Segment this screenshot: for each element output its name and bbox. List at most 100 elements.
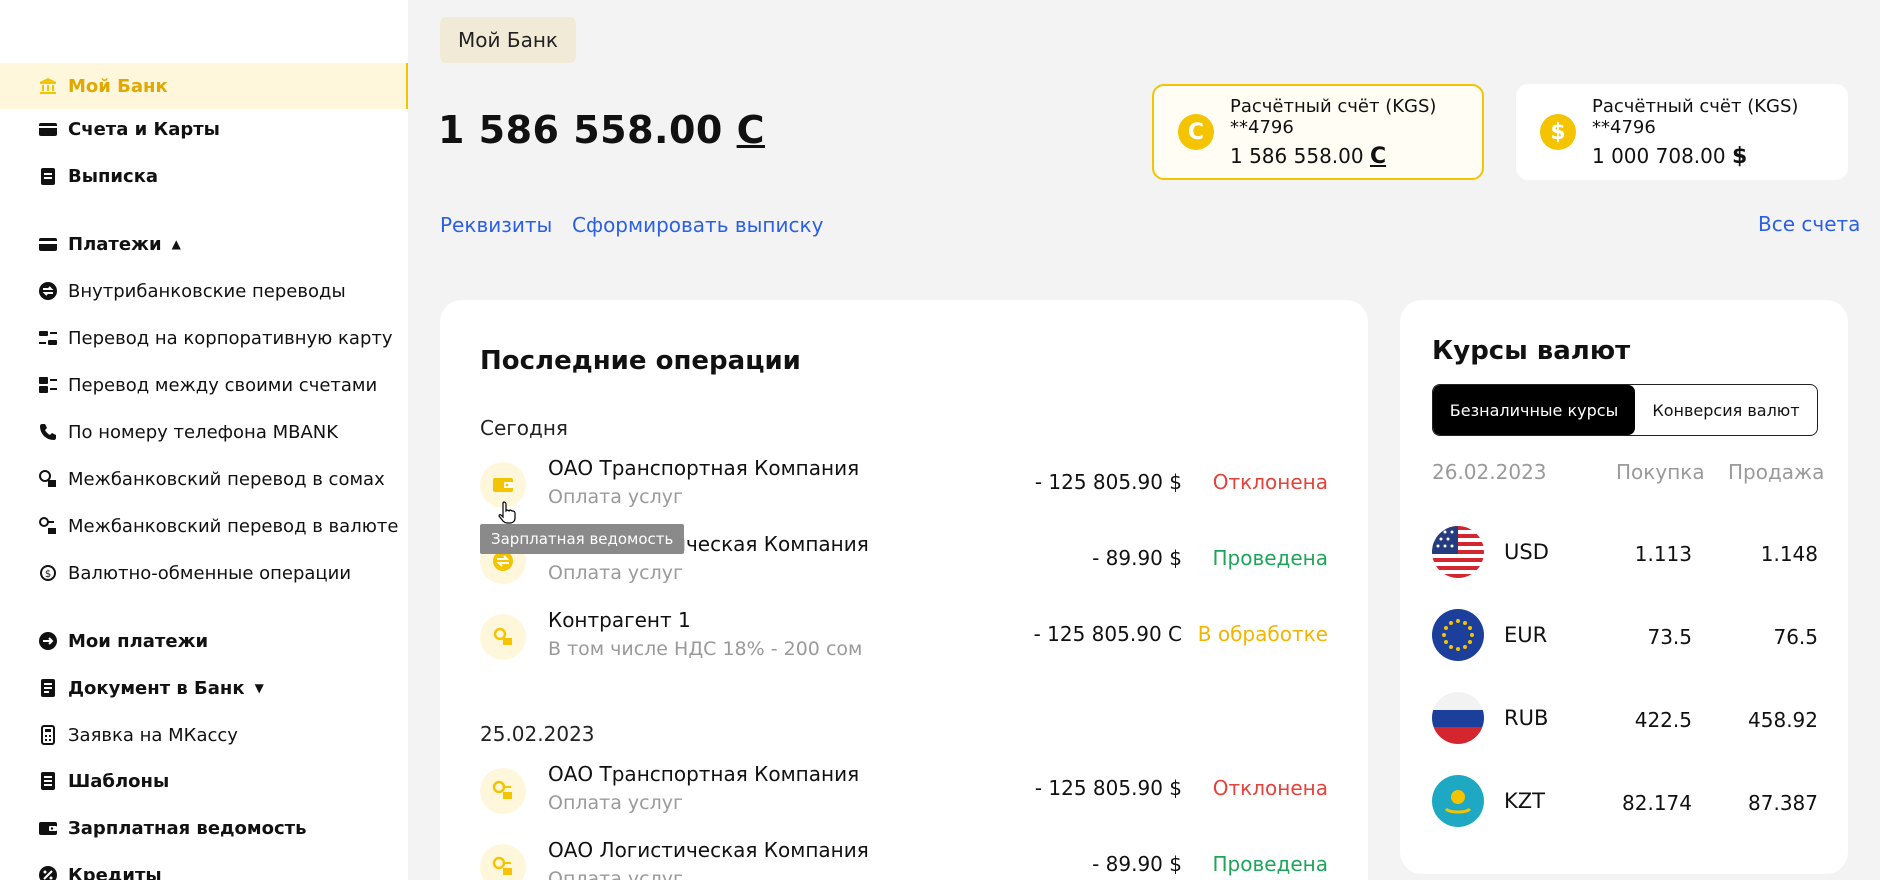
russia-flag-icon [1432, 692, 1484, 744]
operation-row[interactable]: Контрагент 1 В том числе НДС 18% - 200 с… [480, 606, 1328, 668]
sell-header: Продажа [1728, 460, 1825, 484]
tab-cashless-rates[interactable]: Безналичные курсы [1433, 385, 1635, 435]
sidebar-item-label: Заявка на МКассу [68, 724, 238, 746]
svg-text:$: $ [45, 569, 51, 580]
currency-code: USD [1504, 540, 1549, 564]
rate-row-eur: EUR 73.5 76.5 [1432, 609, 1818, 665]
rate-buy: 1.113 [1634, 542, 1692, 566]
sidebar-item-label: Зарплатная ведомость [68, 817, 307, 839]
account-amount: 1 586 558.00 С [1230, 144, 1482, 169]
statement-link[interactable]: Сформировать выписку [572, 213, 823, 237]
sidebar-item-templates[interactable]: Шаблоны [0, 758, 408, 804]
template-icon [38, 771, 58, 791]
operation-name: ОАО Транспортная Компания [548, 456, 860, 480]
sidebar-item-my-bank[interactable]: Мой Банк [0, 63, 408, 109]
rate-row-rub: RUB 422.5 458.92 [1432, 692, 1818, 748]
requisites-link[interactable]: Реквизиты [440, 213, 552, 237]
sidebar-item-label: Документ в Банк [68, 677, 245, 699]
operation-description: Оплата услуг [548, 792, 683, 814]
operations-date-group: 25.02.2023 [480, 722, 595, 746]
account-currency: $ [1731, 143, 1748, 169]
sidebar-item-document[interactable]: Документ в Банк ▼ [0, 665, 408, 711]
sidebar-item-accounts-cards[interactable]: Счета и Карты [0, 106, 408, 152]
rate-row-usd: USD 1.113 1.148 [1432, 526, 1818, 582]
operation-status: Отклонена [1212, 776, 1328, 800]
sidebar-item-credits[interactable]: Кредиты [0, 852, 408, 880]
rate-buy: 82.174 [1622, 791, 1692, 815]
account-amount: 1 000 708.00 $ [1592, 144, 1848, 169]
breadcrumb[interactable]: Мой Банк [440, 17, 576, 63]
operation-row[interactable]: ОАО Транспортная Компания Оплата услуг -… [480, 454, 1328, 516]
chevron-up-icon: ▲ [171, 237, 181, 251]
corp-card-icon [38, 328, 58, 348]
account-card-kgs-som[interactable]: С Расчётный счёт (KGS) **4796 1 586 558.… [1152, 84, 1484, 180]
sidebar-item-label: Межбанковский перевод в валюте [68, 515, 399, 537]
account-card-kgs-usd[interactable]: $ Расчётный счёт (KGS) **4796 1 000 708.… [1516, 84, 1848, 180]
rate-buy: 73.5 [1647, 625, 1692, 649]
sidebar: Мой Банк Счета и Карты Выписка Платежи ▲… [0, 0, 408, 880]
operation-amount: - 125 805.90 С [1033, 622, 1182, 646]
operation-amount: - 89.90 $ [1092, 546, 1182, 570]
total-balance: 1 586 558.00 С [438, 108, 765, 152]
operation-status: Отклонена [1212, 470, 1328, 494]
rate-sell: 458.92 [1748, 708, 1818, 732]
operation-name: ОАО Логистическая Компания [548, 838, 869, 862]
operation-status: Проведена [1212, 852, 1328, 876]
interbank-som-icon [480, 614, 526, 660]
hand-cursor-icon [498, 500, 516, 528]
sidebar-item-exchange[interactable]: $ Валютно-обменные операции [0, 550, 408, 596]
rate-row-kzt: KZT 82.174 87.387 [1432, 775, 1818, 831]
operation-amount: - 125 805.90 $ [1034, 470, 1182, 494]
currency-code: RUB [1504, 706, 1549, 730]
account-title: Расчётный счёт (KGS) **4796 [1230, 95, 1437, 138]
rates-tab-switch: Безналичные курсы Конверсия валют [1432, 384, 1818, 436]
sidebar-item-internal-transfers[interactable]: Внутрибанковские переводы [0, 268, 408, 314]
sidebar-item-label: Счета и Карты [68, 118, 220, 140]
operation-row[interactable]: ОАО Логистическая Компания Оплата услуг … [480, 836, 1328, 880]
sidebar-item-own-accounts-transfer[interactable]: Перевод между своими счетами [0, 362, 408, 408]
operation-status: Проведена [1212, 546, 1328, 570]
sidebar-item-my-payments[interactable]: Мои платежи [0, 618, 408, 664]
account-amount-value: 1 000 708.00 [1592, 143, 1726, 168]
account-title: Расчётный счёт (KGS) **4796 [1592, 95, 1799, 138]
clipboard-icon [38, 166, 58, 186]
dollar-coin-icon: $ [1540, 114, 1576, 150]
sidebar-item-label: Выписка [68, 165, 159, 187]
operation-name: Контрагент 1 [548, 608, 691, 632]
sidebar-item-label: Перевод на корпоративную карту [68, 327, 393, 349]
sidebar-item-mkassa[interactable]: Заявка на МКассу [0, 712, 408, 758]
document-icon [38, 678, 58, 698]
exchange-icon: $ [38, 563, 58, 583]
sidebar-item-interbank-som[interactable]: Межбанковский перевод в сомах [0, 456, 408, 502]
rates-date: 26.02.2023 [1432, 460, 1547, 484]
kazakhstan-flag-icon [1432, 775, 1484, 827]
operation-name: ОАО Транспортная Компания [548, 762, 860, 786]
sidebar-item-label: Кредиты [68, 864, 162, 880]
sidebar-item-payroll[interactable]: Зарплатная ведомость [0, 805, 408, 851]
sidebar-item-corp-card-transfer[interactable]: Перевод на корпоративную карту [0, 315, 408, 361]
bank-icon [38, 76, 58, 96]
account-amount-value: 1 586 558.00 [1230, 143, 1364, 168]
sidebar-item-payments[interactable]: Платежи ▲ [0, 221, 408, 267]
operation-row[interactable]: ОАО Транспортная Компания Оплата услуг -… [480, 760, 1328, 822]
transfer-icon [38, 281, 58, 301]
sidebar-item-interbank-currency[interactable]: Межбанковский перевод в валюте [0, 503, 408, 549]
som-coin-icon: С [1178, 114, 1214, 150]
tab-currency-conversion[interactable]: Конверсия валют [1635, 385, 1817, 435]
percent-icon [38, 865, 58, 880]
sidebar-item-phone-transfer[interactable]: По номеру телефона MBANK [0, 409, 408, 455]
currency-code: KZT [1504, 789, 1545, 813]
rates-title: Курсы валют [1432, 336, 1631, 366]
interbank-som-icon [38, 469, 58, 489]
operation-amount: - 125 805.90 $ [1034, 776, 1182, 800]
eu-flag-icon [1432, 609, 1484, 661]
all-accounts-link[interactable]: Все счета [1758, 212, 1860, 236]
operations-date-group: Сегодня [480, 416, 568, 440]
own-accounts-icon [38, 375, 58, 395]
sidebar-item-label: Платежи [68, 233, 162, 255]
operation-description: Оплата услуг [548, 486, 683, 508]
sidebar-item-statement[interactable]: Выписка [0, 153, 408, 199]
rate-sell: 76.5 [1773, 625, 1818, 649]
wallet-icon [38, 818, 58, 838]
rate-buy: 422.5 [1634, 708, 1692, 732]
